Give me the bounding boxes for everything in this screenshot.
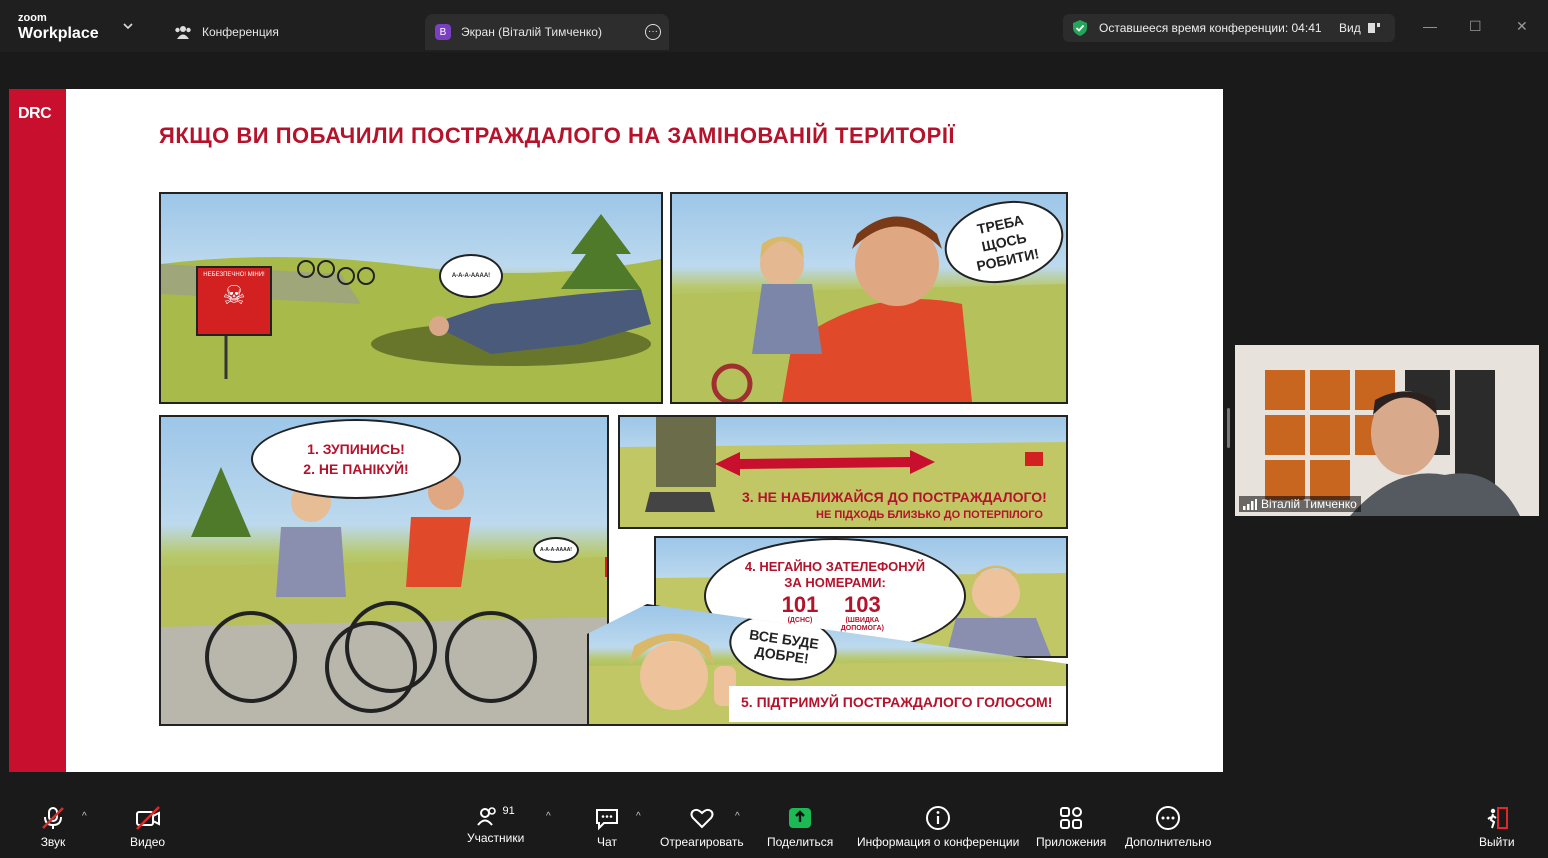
mic-muted-icon [42, 807, 64, 829]
participants-group-icon [175, 26, 191, 39]
participant-video [1235, 345, 1539, 516]
more-label: Дополнительно [1125, 835, 1212, 849]
maximize-icon[interactable]: ☐ [1469, 18, 1482, 35]
slide-title: ЯКЩО ВИ ПОБАЧИЛИ ПОСТРАЖДАЛОГО НА ЗАМІНО… [159, 123, 955, 148]
step1-text: 1. ЗУПИНИСЬ! [307, 441, 405, 457]
info-icon [926, 806, 951, 830]
participants-count: 91 [502, 805, 515, 817]
cry-bubble: А-А-А-АААА! [439, 254, 503, 298]
comic-panel-2: ТРЕБА ЩОСЬ РОБИТИ! [670, 192, 1068, 404]
leave-label: Выйти [1479, 835, 1515, 849]
view-button[interactable]: Вид [1339, 21, 1381, 35]
more-icon [1156, 806, 1181, 830]
step4-line2: ЗА НОМЕРАМИ: [784, 575, 886, 590]
participants-options-caret-icon[interactable]: ^ [546, 811, 551, 822]
title-bar: zoom Workplace Конференция В Экран (Віта… [0, 0, 1548, 52]
shared-slide: DRC ЯКЩО ВИ ПОБАЧИЛИ ПОСТРАЖДАЛОГО НА ЗА… [9, 89, 1223, 772]
panel-resize-handle[interactable] [1227, 408, 1230, 448]
participants-label: Участники [467, 831, 525, 845]
cry-bubble-small: А-А-А-АААА! [533, 537, 579, 563]
audio-options-caret-icon[interactable]: ^ [82, 811, 87, 822]
apps-icon [1060, 807, 1083, 829]
video-button[interactable]: Видео [130, 805, 165, 849]
leave-icon [1487, 807, 1508, 829]
react-label: Отреагировать [660, 835, 744, 849]
meeting-timer: Оставшееся время конференции: 04:41 Вид [1063, 14, 1395, 42]
leave-button[interactable]: Выйти [1479, 805, 1515, 849]
audio-label: Звук [40, 835, 66, 849]
tab-conference[interactable]: Конференция [170, 14, 279, 50]
shield-check-icon [1073, 20, 1087, 36]
drc-logo: DRC [18, 105, 52, 122]
step5-caption: 5. ПІДТРИМУЙ ПОСТРАЖДАЛОГО ГОЛОСОМ! [741, 694, 1053, 710]
heart-icon [690, 808, 714, 829]
meeting-toolbar: Звук ^ Видео 91 Участники ^ Чат ^ Отреаг… [0, 797, 1548, 858]
more-button[interactable]: Дополнительно [1125, 805, 1211, 849]
participant-name-label: Віталій Тимченко [1239, 496, 1361, 512]
num2: 103 [844, 592, 881, 617]
share-screen-icon [789, 808, 812, 828]
step4-line1: 4. НЕГАЙНО ЗАТЕЛЕФОНУЙ [744, 559, 926, 574]
comic-panel-4: 3. НЕ НАБЛИЖАЙСЯ ДО ПОСТРАЖДАЛОГО! НЕ ПІ… [618, 415, 1068, 529]
num1: 101 [781, 592, 819, 617]
step2-text: 2. НЕ ПАНІКУЙ! [303, 461, 409, 477]
view-label: Вид [1339, 21, 1361, 35]
number-103: 103 (ШВИДКА ДОПОМОГА) [836, 593, 888, 633]
danger-sign: НЕБЕЗПЕЧНО! МІНИ! ☠ [196, 266, 272, 336]
comic-panel-3: 1. ЗУПИНИСЬ! 2. НЕ ПАНІКУЙ! А-А-А-АААА! [159, 415, 609, 726]
share-button[interactable]: Поделиться [767, 805, 833, 849]
step5-caption-box: 5. ПІДТРИМУЙ ПОСТРАЖДАЛОГО ГОЛОСОМ! [729, 686, 1066, 722]
participant-video-tile[interactable] [1235, 345, 1539, 516]
zoom-logo[interactable]: zoom Workplace [18, 13, 99, 42]
chat-button[interactable]: Чат [594, 805, 620, 849]
meeting-info-button[interactable]: Информация о конференции [857, 805, 1019, 849]
num2-label: (ШВИДКА ДОПОМОГА) [840, 617, 884, 632]
tab-screen-label: Экран (Віталій Тимченко) [461, 25, 602, 39]
close-icon[interactable]: ✕ [1516, 18, 1528, 35]
layout-icon [1367, 23, 1380, 33]
step12-bubble: 1. ЗУПИНИСЬ! 2. НЕ ПАНІКУЙ! [251, 419, 461, 499]
step3-caption: 3. НЕ НАБЛИЖАЙСЯ ДО ПОСТРАЖДАЛОГО! [742, 489, 1047, 505]
logo-line1: zoom [18, 12, 47, 24]
participants-icon [476, 807, 496, 826]
slide-brand-bar: DRC [9, 89, 66, 772]
tab-screen-share[interactable]: В Экран (Віталій Тимченко) ··· [425, 14, 669, 50]
logo-line2: Workplace [18, 25, 99, 42]
meeting-info-label: Информация о конференции [857, 835, 1020, 849]
react-options-caret-icon[interactable]: ^ [735, 811, 740, 822]
audio-button[interactable]: Звук [40, 805, 66, 849]
tab-conference-label: Конференция [202, 25, 279, 39]
video-label: Видео [130, 835, 166, 849]
chevron-down-icon[interactable] [122, 20, 134, 32]
chat-options-caret-icon[interactable]: ^ [636, 811, 641, 822]
timer-label: Оставшееся время конференции: 04:41 [1099, 21, 1322, 35]
participants-button[interactable]: 91 Участники [467, 805, 524, 845]
skull-icon: ☠ [222, 280, 246, 310]
apps-button[interactable]: Приложения [1036, 805, 1106, 849]
num1-label: (ДСНС) [787, 617, 813, 624]
step3-subcaption: НЕ ПІДХОДЬ БЛИЗЬКО ДО ПОТЕРПІЛОГО [816, 509, 1043, 521]
presenter-badge: В [435, 24, 451, 40]
apps-label: Приложения [1036, 835, 1107, 849]
chat-icon [596, 809, 618, 831]
camera-off-icon [135, 806, 160, 830]
chat-label: Чат [597, 835, 617, 849]
comic-panel-1: НЕБЕЗПЕЧНО! МІНИ! ☠ А-А-А-АААА! [159, 192, 663, 404]
minimize-icon[interactable]: — [1423, 18, 1437, 34]
more-options-icon[interactable]: ··· [645, 24, 661, 40]
share-label: Поделиться [767, 835, 834, 849]
participant-name: Віталій Тимченко [1261, 497, 1357, 511]
react-button[interactable]: Отреагировать [660, 805, 744, 849]
signal-bars-icon [1243, 498, 1257, 510]
